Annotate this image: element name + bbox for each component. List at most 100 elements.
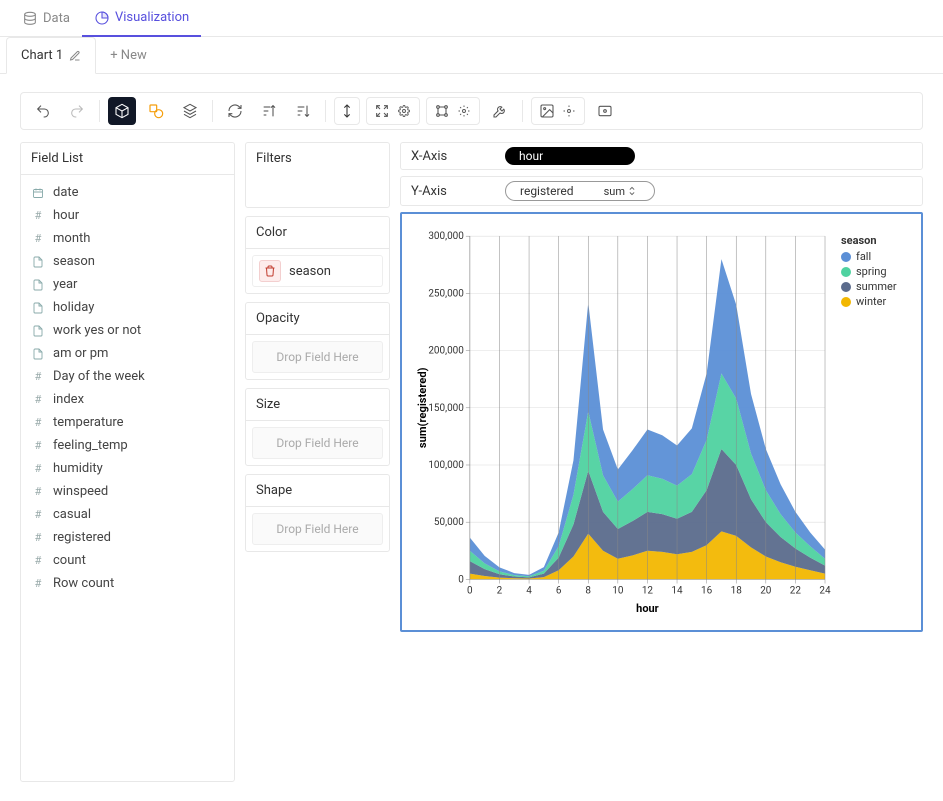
gear-icon: [558, 100, 580, 122]
field-item[interactable]: index: [21, 388, 234, 411]
legend: season fallspringsummerwinter: [831, 224, 907, 620]
hash-icon: [31, 439, 45, 453]
filters-title: Filters: [246, 143, 389, 174]
opacity-shelf[interactable]: Opacity Drop Field Here: [245, 302, 390, 380]
chart-tab-1[interactable]: Chart 1: [6, 37, 96, 74]
chart-column: X-Axis hour Y-Axis registered sum: [400, 142, 923, 782]
field-item[interactable]: month: [21, 227, 234, 250]
svg-text:4: 4: [526, 586, 532, 597]
size-drop-zone[interactable]: Drop Field Here: [252, 427, 383, 459]
gear-icon: [453, 100, 475, 122]
hash-icon: [31, 508, 45, 522]
wrench-button[interactable]: [486, 97, 514, 125]
filters-shelf[interactable]: Filters: [245, 142, 390, 208]
field-item-label: year: [53, 277, 77, 292]
legend-item[interactable]: fall: [841, 250, 907, 263]
hash-icon: [31, 531, 45, 545]
svg-text:10: 10: [612, 586, 624, 597]
field-item[interactable]: work yes or not: [21, 319, 234, 342]
legend-label: spring: [856, 265, 887, 278]
field-item-label: date: [53, 185, 79, 200]
edit-icon[interactable]: [69, 50, 81, 62]
field-item[interactable]: feeling_temp: [21, 434, 234, 457]
layout-settings-button[interactable]: [366, 97, 420, 125]
svg-text:16: 16: [701, 586, 713, 597]
y-axis-field-pill[interactable]: registered sum: [505, 181, 655, 201]
x-axis-label: X-Axis: [411, 149, 491, 164]
field-item[interactable]: hour: [21, 204, 234, 227]
legend-item[interactable]: winter: [841, 295, 907, 308]
legend-item[interactable]: spring: [841, 265, 907, 278]
field-item-label: Day of the week: [53, 369, 145, 384]
chart-frame[interactable]: 050,000100,000150,000200,000250,000300,0…: [400, 212, 923, 632]
axis-swap-button[interactable]: [334, 97, 360, 125]
chart-tab-new-label: + New: [110, 48, 147, 63]
document-icon: [31, 255, 45, 269]
color-encoding-chip[interactable]: season: [252, 255, 383, 287]
svg-text:18: 18: [731, 586, 743, 597]
field-item[interactable]: winspeed: [21, 480, 234, 503]
svg-text:200,000: 200,000: [428, 346, 464, 357]
undo-button[interactable]: [29, 97, 57, 125]
export-button[interactable]: [591, 97, 619, 125]
field-item[interactable]: registered: [21, 526, 234, 549]
field-item[interactable]: holiday: [21, 296, 234, 319]
field-item-label: count: [53, 553, 86, 568]
svg-text:0: 0: [458, 574, 464, 585]
color-shelf[interactable]: Color season: [245, 216, 390, 294]
field-item[interactable]: casual: [21, 503, 234, 526]
field-item[interactable]: Day of the week: [21, 365, 234, 388]
field-item[interactable]: am or pm: [21, 342, 234, 365]
separator: [522, 100, 523, 122]
redo-button[interactable]: [63, 97, 91, 125]
field-item-label: season: [53, 254, 95, 269]
separator: [212, 100, 213, 122]
svg-text:2: 2: [497, 586, 503, 597]
document-icon: [31, 324, 45, 338]
cube-button[interactable]: [108, 97, 136, 125]
remove-color-button[interactable]: [259, 260, 281, 282]
scale-settings-button[interactable]: [426, 97, 480, 125]
svg-text:12: 12: [642, 586, 654, 597]
shapes-button[interactable]: [142, 97, 170, 125]
size-shelf[interactable]: Size Drop Field Here: [245, 388, 390, 466]
field-item-label: Row count: [53, 576, 114, 591]
legend-swatch: [841, 282, 851, 292]
legend-swatch: [841, 252, 851, 262]
sort-desc-button[interactable]: [289, 97, 317, 125]
refresh-button[interactable]: [221, 97, 249, 125]
hash-icon: [31, 577, 45, 591]
size-title: Size: [246, 389, 389, 421]
chart-tab-1-label: Chart 1: [21, 48, 63, 63]
field-item[interactable]: Row count: [21, 572, 234, 595]
field-item[interactable]: year: [21, 273, 234, 296]
opacity-drop-zone[interactable]: Drop Field Here: [252, 341, 383, 373]
y-axis-row: Y-Axis registered sum: [400, 176, 923, 206]
field-item-label: feeling_temp: [53, 438, 128, 453]
opacity-title: Opacity: [246, 303, 389, 335]
field-item[interactable]: temperature: [21, 411, 234, 434]
chart-tab-new[interactable]: + New: [96, 37, 161, 73]
tab-visualization[interactable]: Visualization: [82, 0, 201, 37]
database-icon: [22, 11, 37, 26]
layers-button[interactable]: [176, 97, 204, 125]
legend-item[interactable]: summer: [841, 280, 907, 293]
top-tabs: Data Visualization: [0, 0, 943, 37]
shape-shelf[interactable]: Shape Drop Field Here: [245, 474, 390, 552]
field-item[interactable]: season: [21, 250, 234, 273]
svg-text:20: 20: [760, 586, 772, 597]
field-item-label: casual: [53, 507, 91, 522]
x-axis-field-pill[interactable]: hour: [505, 147, 635, 165]
svg-text:0: 0: [467, 586, 473, 597]
field-item[interactable]: humidity: [21, 457, 234, 480]
document-icon: [31, 278, 45, 292]
sort-asc-button[interactable]: [255, 97, 283, 125]
image-settings-button[interactable]: [531, 97, 585, 125]
shape-drop-zone[interactable]: Drop Field Here: [252, 513, 383, 545]
field-item[interactable]: date: [21, 181, 234, 204]
tab-data-label: Data: [43, 11, 70, 26]
field-list-title: Field List: [21, 143, 234, 175]
field-item[interactable]: count: [21, 549, 234, 572]
separator: [325, 100, 326, 122]
tab-data[interactable]: Data: [10, 0, 82, 36]
